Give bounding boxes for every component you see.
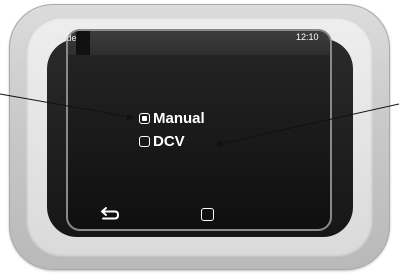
callout-arrowhead-right <box>214 140 223 147</box>
callout-line-right <box>219 103 399 145</box>
callout-line-left <box>0 93 131 118</box>
callout-lines <box>0 93 399 147</box>
callout-arrowhead-left <box>126 114 135 121</box>
